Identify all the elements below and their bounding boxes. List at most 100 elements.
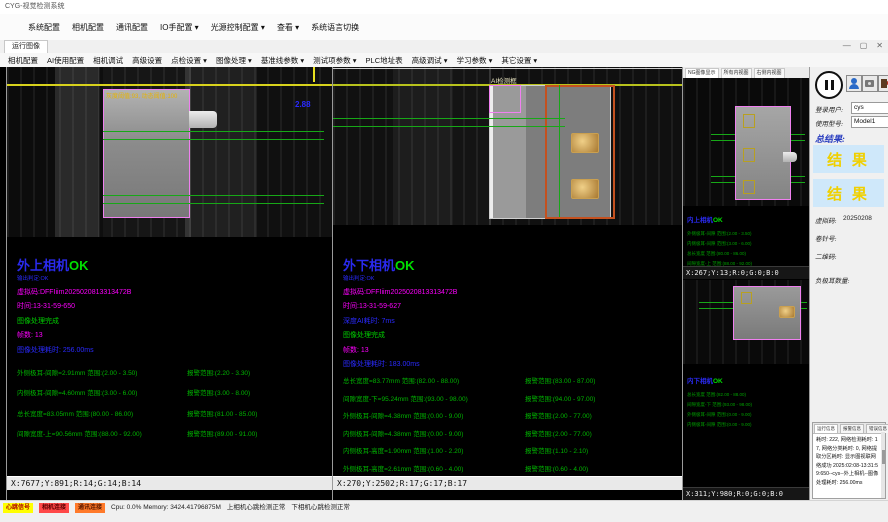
tool-baseline-params[interactable]: 基准线参数 ▾ (261, 55, 304, 66)
outer-upper-camera-image[interactable]: 灰度阈值:93, 动态阈值:100 2.88 (7, 67, 332, 237)
measurement-value-label: 2.88 (295, 100, 311, 109)
table-row: 外侧极耳-间隙 范围:(2.00 - 3.50) (687, 231, 807, 237)
time-line: 时间:13-31-59-627 (343, 301, 680, 311)
detection-box-small (743, 114, 755, 128)
table-row: 总长宽度 范围:(80.00 - 86.00) (687, 251, 807, 257)
tool-camera-config[interactable]: 相机配置 (8, 55, 38, 66)
reference-line-white (333, 68, 682, 69)
frame-count-line: 帧数: 13 (343, 345, 680, 355)
table-row: 间隙宽度-下=95.24mm 范围:(93.00 - 98.00)报警范围:(9… (343, 393, 680, 403)
yellow-tick (313, 67, 315, 82)
tool-advanced-debug[interactable]: 高级调试 ▾ (412, 55, 448, 66)
tool-other-settings[interactable]: 其它设置 ▾ (501, 55, 537, 66)
judge-line: 输出判定:OK (343, 274, 680, 282)
exit-button[interactable] (878, 75, 888, 92)
outer-lower-camera-image[interactable]: AI检测框 (333, 67, 682, 225)
inner-upper-result-block: 内上相机OK 外侧极耳-间隙 范围:(2.00 - 3.50) 内侧极耳-间隙 … (687, 209, 807, 267)
measurement-rows: 外侧极耳-间隙=2.91mm 范围:(2.00 - 3.50)报警范围:(2.2… (17, 367, 330, 439)
tab-all-inner-view[interactable]: 所有内视图 (721, 68, 752, 78)
outer-lower-result-block: 外下相机OK 输出判定:OK 虚拟码:DFFIiim20250208133134… (343, 255, 680, 483)
log-tab-run[interactable]: 运行信息 (814, 424, 838, 433)
detected-part-region: 灰度阈值:93, 动态阈值:100 (103, 89, 190, 218)
tool-image-processing[interactable]: 图像处理 ▾ (216, 55, 252, 66)
log-text: 耗时: 222, 网络检测耗时: 17, 网络分类耗时: 0, 网络提取分区耗时… (813, 434, 885, 489)
winding-pin-label: 卷针号: (815, 233, 837, 243)
gold-contact-spot (571, 179, 599, 199)
pause-button[interactable] (815, 71, 843, 99)
table-row: 外侧极耳-间隙 范围:(0.00 - 9.00) (687, 412, 807, 418)
model-label: 使用型号: (815, 118, 843, 128)
total-result-label: 总结果: (815, 132, 845, 145)
tool-advanced-settings[interactable]: 高级设置 (132, 55, 162, 66)
camera-name: 内上相机 (687, 217, 713, 224)
tool-test-params[interactable]: 测试项参数 ▾ (313, 55, 356, 66)
result-box-1: 结 果 (813, 145, 884, 173)
table-row: 间隙宽度-上=90.56mm 范围:(88.00 - 92.00)报警范围:(8… (17, 428, 330, 438)
main-area: 灰度阈值:93, 动态阈值:100 2.88 外上相机OK 输出判定:OK 虚拟… (0, 67, 888, 500)
virtual-code-value: 20250208 (843, 215, 872, 222)
camera-name: 内下相机 (687, 378, 713, 385)
table-row: 内侧极耳-间隙=4.60mm 范围:(3.00 - 6.00)报警范围:(3.0… (17, 387, 330, 397)
maximize-button[interactable]: ▢ (860, 41, 868, 50)
tab-ng-display[interactable]: NG图像显示 (685, 68, 719, 78)
camera-result: OK (69, 258, 89, 273)
reference-line-yellow (7, 84, 332, 86)
table-row: 内侧极耳-间隙=4.38mm 范围:(0.00 - 9.00)报警范围:(2.0… (343, 428, 680, 438)
camera-result: OK (713, 217, 723, 224)
minimize-button[interactable]: — (843, 41, 851, 50)
detection-box-pink (489, 85, 521, 113)
log-scrollbar[interactable] (881, 432, 885, 498)
menu-language-switch[interactable]: 系统语言切换 (311, 22, 359, 33)
pixel-coordinate-bar: X:7677;Y:891;R:14;G:14;B:14 (7, 476, 332, 490)
menu-light-control[interactable]: 光源控制配置 ▾ (211, 22, 265, 33)
process-done-line: 图像处理完成 (17, 316, 330, 326)
result-box-2: 结 果 (813, 179, 884, 207)
login-user-field[interactable]: cys (851, 102, 888, 114)
tab-right-inner-view[interactable]: 右侧内视图 (754, 68, 785, 78)
window-title: CYG-视觉检测系统 (5, 3, 65, 10)
user-button[interactable] (846, 75, 862, 92)
close-button[interactable]: ✕ (876, 41, 883, 50)
camera-snapshot-button[interactable] (862, 75, 878, 92)
menu-bar: 系统配置 相机配置 通讯配置 IO手配置 ▾ 光源控制配置 ▾ 查看 ▾ 系统语… (0, 14, 888, 40)
tool-spot-check[interactable]: 点检设置 ▾ (171, 55, 207, 66)
measure-line (103, 203, 324, 204)
detection-box-small (741, 292, 752, 304)
measurement-rows: 总长宽度=83.77mm 范围:(82.00 - 88.00)报警范围:(83.… (343, 375, 680, 473)
menu-comm-config[interactable]: 通讯配置 (116, 22, 148, 33)
menu-view[interactable]: 查看 ▾ (277, 22, 299, 33)
menu-system-config[interactable]: 系统配置 (28, 22, 60, 33)
log-scrollbar-thumb[interactable] (882, 450, 885, 464)
tool-plc-table[interactable]: PLC地址表 (366, 55, 403, 66)
model-field[interactable]: Model1 (851, 116, 888, 128)
log-tabs: 运行信息 报警信息 错误信息 (813, 423, 885, 434)
heartbeat-badge: 心跳信号 (3, 503, 33, 513)
log-panel: 运行信息 报警信息 错误信息 耗时: 222, 网络检测耗时: 17, 网络分类… (812, 422, 886, 499)
negative-tab-count-label: 负极耳数量: (815, 275, 850, 285)
measure-line (103, 139, 324, 140)
frame-count-line: 帧数: 13 (17, 330, 330, 340)
cpu-memory-status: Cpu: 0.0% Memory: 3424.41796875M (111, 503, 221, 513)
toolbar: 相机配置 AI使用配置 相机调试 高级设置 点检设置 ▾ 图像处理 ▾ 基准线参… (0, 53, 888, 68)
comm-link-badge: 通讯连接 (75, 503, 105, 513)
log-tab-alarm[interactable]: 报警信息 (840, 424, 864, 433)
table-row: 总长宽度 范围:(82.00 - 88.00) (687, 392, 807, 398)
tab-run-image[interactable]: 运行图像 (4, 40, 48, 54)
menu-camera-config[interactable]: 相机配置 (72, 22, 104, 33)
table-row: 内侧极耳-高度=1.90mm 范围:(1.00 - 2.20)报警范围:(1.1… (343, 445, 680, 455)
ai-time-line: 深度AI耗时: 7ms (343, 316, 680, 326)
menu-io-config[interactable]: IO手配置 ▾ (160, 22, 199, 33)
pixel-coordinate-bar: X:311;Y:980;R:0;G:0;B:0 (683, 487, 809, 500)
tool-learn-params[interactable]: 学习参数 ▾ (456, 55, 492, 66)
table-row: 总长宽度=83.77mm 范围:(82.00 - 88.00)报警范围:(83.… (343, 375, 680, 385)
table-row: 总长宽度=83.05mm 范围:(80.00 - 86.00)报警范围:(81.… (17, 408, 330, 418)
lower-camera-heartbeat-status: 下相机心跳检测正常 (291, 503, 350, 513)
inner-upper-camera-image[interactable] (683, 78, 809, 206)
measure-line (103, 195, 324, 196)
control-panel: 登录用户: cys 使用型号: Model1 总结果: 结 果 结 果 虚拟码:… (810, 67, 888, 500)
tool-camera-debug[interactable]: 相机调试 (93, 55, 123, 66)
ai-box-label: AI检测框 (491, 75, 517, 85)
inner-upper-camera-panel: NG图像显示 所有内视图 右侧内视图 内上相机O (683, 67, 809, 279)
inner-lower-camera-image[interactable] (683, 280, 809, 364)
tool-ai-config[interactable]: AI使用配置 (47, 55, 84, 66)
